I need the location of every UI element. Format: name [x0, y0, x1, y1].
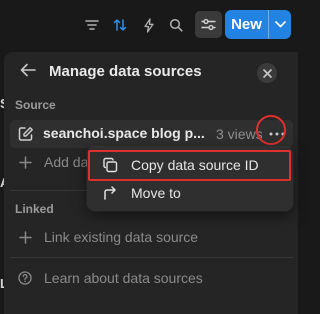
close-icon — [262, 68, 272, 78]
link-existing-label: Link existing data source — [44, 229, 199, 245]
filter-icon[interactable] — [80, 13, 104, 37]
data-source-name[interactable]: seanchoi.space blog p... — [43, 125, 205, 141]
panel-title: Manage data sources — [49, 63, 202, 80]
menu-item-move-to[interactable]: Move to — [91, 179, 289, 207]
data-source-row[interactable]: seanchoi.space blog p... 3 views — [10, 120, 293, 148]
close-button[interactable] — [257, 63, 277, 83]
plus-icon — [18, 230, 32, 244]
panel-header: Manage data sources — [4, 58, 298, 86]
linked-section-label: Linked — [15, 202, 54, 216]
learn-about-label: Learn about data sources — [44, 270, 203, 286]
section-divider — [10, 257, 293, 258]
edit-database-icon — [18, 126, 34, 142]
help-circle-icon — [18, 271, 32, 285]
menu-item-label: Move to — [131, 185, 181, 201]
learn-about-row[interactable]: Learn about data sources — [18, 270, 203, 286]
highlight-ring — [256, 115, 286, 145]
new-button-label[interactable]: New — [225, 10, 268, 39]
view-toolbar: New — [0, 0, 298, 50]
sort-icon[interactable] — [108, 13, 132, 37]
link-existing-row[interactable]: Link existing data source — [18, 229, 198, 245]
add-data-source-label: Add da — [44, 154, 89, 170]
chevron-down-icon[interactable] — [269, 10, 291, 39]
new-button[interactable]: New — [225, 10, 291, 39]
settings-sliders-icon[interactable] — [195, 11, 222, 38]
search-icon[interactable] — [164, 13, 188, 37]
add-data-source-row[interactable]: Add da — [18, 154, 88, 170]
automation-bolt-icon[interactable] — [137, 13, 161, 37]
source-section-label: Source — [15, 98, 56, 112]
move-arrow-icon — [101, 186, 119, 200]
back-arrow-icon[interactable] — [20, 63, 36, 77]
plus-icon — [18, 155, 32, 169]
highlight-box — [88, 150, 291, 181]
